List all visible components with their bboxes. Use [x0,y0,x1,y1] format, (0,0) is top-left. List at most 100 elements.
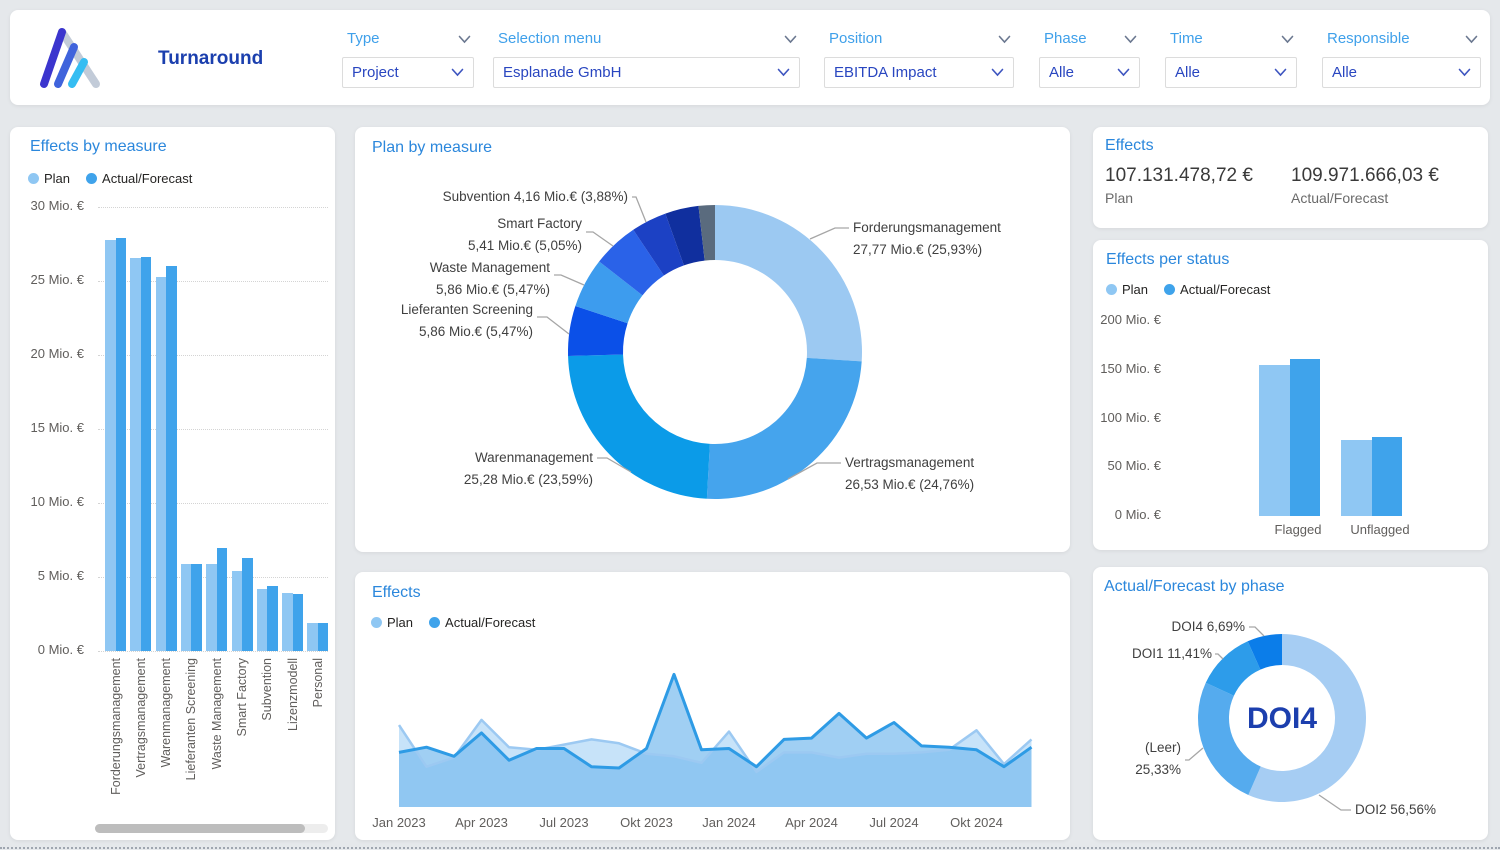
selection-menu-select[interactable]: Esplanade GmbH [493,57,800,88]
bar[interactable] [282,593,293,651]
x-tick-label: Okt 2023 [620,815,673,830]
bar[interactable] [307,623,318,651]
bar[interactable] [1290,359,1320,516]
legend-item-actual-forecast[interactable]: Actual/Forecast [429,615,535,630]
x-tick-label: Jul 2023 [539,815,588,830]
chevron-down-icon[interactable] [784,35,797,44]
bar[interactable] [116,238,127,651]
filter-selection-menu: Selection menu Esplanade GmbH [493,10,800,105]
chevron-down-icon[interactable] [998,35,1011,44]
app-title: Turnaround [158,48,263,70]
data-label: Vertragsmanagement26,53 Mio.€ (24,76%) [845,452,974,496]
bar[interactable] [257,589,268,651]
chevron-down-icon[interactable] [1458,68,1471,77]
x-tick-label: Okt 2024 [950,815,1003,830]
panel-actual-forecast-by-phase: Actual/Forecast by phase DOI2 56,56%(Lee… [1093,567,1488,840]
filter-time: TimeAlle [1165,10,1297,105]
data-label-line: DOI2 56,56% [1355,799,1436,821]
bar[interactable] [181,564,192,651]
legend-item-plan[interactable]: Plan [371,615,413,630]
data-label-line: Forderungsmanagement [853,217,1001,239]
kpi-actual: 109.971.666,03 € Actual/Forecast [1291,165,1439,206]
label-leader-line [1185,748,1203,760]
bar[interactable] [1259,365,1290,516]
bar[interactable] [191,564,202,651]
bar[interactable] [141,257,152,651]
bar[interactable] [105,240,116,651]
bar[interactable] [293,594,304,651]
filter-label: Phase [1044,30,1087,47]
legend-item-actual-forecast[interactable]: Actual/Forecast [1164,282,1270,297]
data-label-line: 5,41 Mio.€ (5,05%) [468,235,582,257]
bar[interactable] [1372,437,1402,516]
bar[interactable] [156,277,167,651]
position-selected-value: EBITDA Impact [834,64,937,81]
data-label-line: (Leer) [1135,737,1181,759]
filter-label: Responsible [1327,30,1410,47]
plan-donut-slice-1[interactable] [707,358,862,499]
legend-dot-icon [1164,284,1175,295]
bar[interactable] [166,266,177,651]
y-tick-label: 200 Mio. € [1095,312,1161,327]
legend-item-actual-forecast[interactable]: Actual/Forecast [86,171,192,186]
data-label: Smart Factory5,41 Mio.€ (5,05%) [468,213,582,257]
y-tick-label: 150 Mio. € [1095,361,1161,376]
x-category-label: Waste Management [210,658,224,823]
chevron-down-icon[interactable] [1281,35,1294,44]
label-leader-line [1215,654,1223,659]
data-label: Warenmanagement25,28 Mio.€ (23,59%) [464,447,593,491]
type-select[interactable]: Project [342,57,474,88]
chevron-down-icon[interactable] [1274,68,1287,77]
position-select[interactable]: EBITDA Impact [824,57,1014,88]
panel-title: Effects [372,584,421,602]
gridline [98,207,328,208]
responsible-select[interactable]: Alle [1322,57,1481,88]
x-tick-label: Jan 2023 [372,815,426,830]
bar[interactable] [130,258,141,651]
legend-item-plan[interactable]: Plan [1106,282,1148,297]
filter-label: Type [347,30,380,47]
bar[interactable] [318,623,329,651]
bar[interactable] [217,548,228,651]
x-category-label: Personal [311,658,325,823]
bar[interactable] [206,564,217,651]
data-label-line: DOI4 6,69% [1171,616,1245,638]
chart-scrollbar-track[interactable] [95,824,328,833]
bar[interactable] [1341,440,1372,516]
header-bar: Turnaround Type Project Selection menu Espl… [10,10,1490,105]
bar[interactable] [267,586,278,651]
phase-select[interactable]: Alle [1039,57,1140,88]
data-label-line: 25,33% [1135,759,1181,781]
legend-label: Plan [387,615,413,630]
filter-label: Selection menu [498,30,601,47]
legend-dot-icon [86,173,97,184]
chevron-down-icon[interactable] [1117,68,1130,77]
x-category-label: Forderungsmanagement [109,658,123,823]
filter-position: PositionEBITDA Impact [824,10,1014,105]
chevron-down-icon[interactable] [991,68,1004,77]
type-selected-value: Project [352,64,399,81]
phase-donut-slice-1[interactable] [1198,683,1261,795]
panel-title: Effects by measure [30,138,167,156]
y-tick-label: 0 Mio. € [10,642,84,657]
chevron-down-icon[interactable] [1124,35,1137,44]
x-tick-label: Apr 2024 [785,815,838,830]
label-leader-line [1319,795,1351,810]
chevron-down-icon[interactable] [777,68,790,77]
y-tick-label: 15 Mio. € [10,420,84,435]
legend-item-plan[interactable]: Plan [28,171,70,186]
data-label: DOI1 11,41% [1132,643,1212,665]
data-label-line: 5,86 Mio.€ (5,47%) [401,321,533,343]
chevron-down-icon[interactable] [458,35,471,44]
data-label: Waste Management5,86 Mio.€ (5,47%) [430,257,550,301]
panel-plan-by-measure: Plan by measure Forderungsmanagement27,7… [355,127,1070,552]
chevron-down-icon[interactable] [1465,35,1478,44]
chart-scrollbar-thumb[interactable] [95,824,305,833]
bar[interactable] [232,571,243,651]
x-category-label: Warenmanagement [159,658,173,823]
label-leader-line [586,232,613,246]
x-category-label: Unflagged [1350,522,1409,537]
time-select[interactable]: Alle [1165,57,1297,88]
chevron-down-icon[interactable] [451,68,464,77]
bar[interactable] [242,558,253,651]
